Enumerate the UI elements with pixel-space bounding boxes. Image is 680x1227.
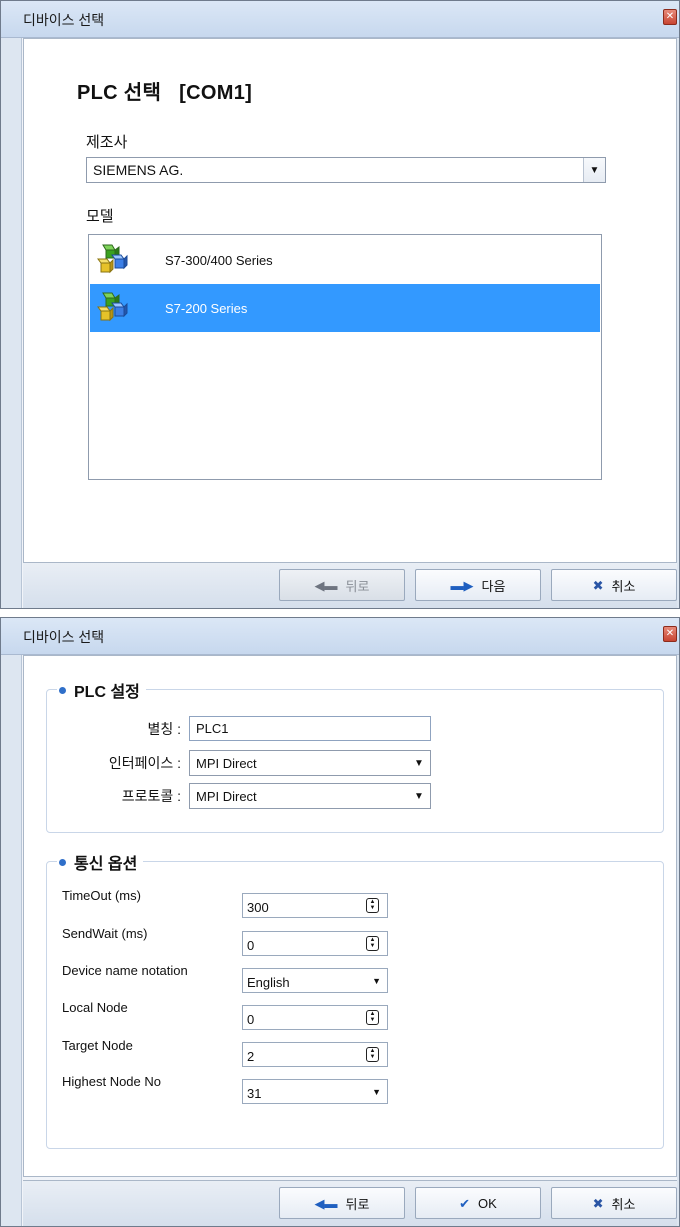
next-label: 다음 — [481, 578, 506, 594]
timeout-spinbox[interactable]: 300 ▲ ▼ — [242, 893, 388, 918]
timeout-value: 300 — [247, 900, 269, 915]
back-arrow-icon: ◀▬ — [314, 1195, 338, 1211]
device-name-notation-label: Device name notation — [62, 963, 188, 978]
local-node-label: Local Node — [62, 1000, 128, 1015]
target-node-value: 2 — [247, 1049, 255, 1064]
list-item-s7-200[interactable]: S7-200 Series — [90, 284, 600, 332]
plc-cubes-icon — [97, 244, 128, 274]
cancel-button[interactable]: ✖ 취소 — [551, 569, 677, 601]
highest-node-value: 31 — [247, 1086, 262, 1101]
close-button[interactable]: ✕ — [663, 9, 677, 25]
back-label: 뒤로 — [345, 578, 370, 594]
ok-label: OK — [478, 1195, 497, 1211]
model-label-text: S7-200 Series — [165, 300, 248, 316]
group-title: PLC 설정 — [57, 678, 146, 702]
sendwait-label: SendWait (ms) — [62, 926, 148, 941]
x-icon: ✖ — [592, 577, 604, 593]
title-bar: 디바이스 선택 ✕ — [1, 618, 679, 655]
protocol-label: 프로토콜 : — [121, 788, 181, 804]
sendwait-spinbox[interactable]: 0 ▲ ▼ — [242, 931, 388, 956]
interface-select[interactable]: MPI Direct ▼ — [189, 750, 431, 776]
content-panel: PLC 설정 별칭 : PLC1 인터페이스 : MPI Direct ▼ 프로… — [23, 655, 677, 1177]
heading-text: PLC 선택 — [77, 82, 162, 104]
local-node-spinbox[interactable]: 0 ▲ ▼ — [242, 1005, 388, 1030]
frame-left — [1, 38, 22, 608]
close-button[interactable]: ✕ — [663, 626, 677, 642]
title-bar: 디바이스 선택 ✕ — [1, 1, 679, 38]
manufacturer-value: SIEMENS AG. — [93, 162, 184, 178]
device-name-notation-select[interactable]: English ▼ — [242, 968, 388, 993]
model-listbox[interactable]: S7-300/400 Series S7-200 Series — [88, 234, 602, 480]
highest-node-select[interactable]: 31 ▼ — [242, 1079, 388, 1104]
frame-right — [677, 655, 679, 1226]
button-bar: ◀▬ 뒤로 ▬▶ 다음 ✖ 취소 — [23, 562, 677, 608]
frame-left — [1, 655, 22, 1226]
interface-value: MPI Direct — [196, 755, 257, 771]
manufacturer-label: 제조사 — [86, 134, 128, 151]
target-node-spinbox[interactable]: 2 ▲ ▼ — [242, 1042, 388, 1067]
model-label-text: S7-300/400 Series — [165, 252, 273, 268]
spin-updown-icon[interactable]: ▲ ▼ — [366, 936, 379, 951]
interface-label: 인터페이스 : — [108, 755, 181, 771]
chevron-down-icon[interactable]: ▼ — [408, 751, 430, 775]
next-button[interactable]: ▬▶ 다음 — [415, 569, 541, 601]
protocol-value: MPI Direct — [196, 788, 257, 804]
window-title: 디바이스 선택 — [23, 12, 105, 28]
device-select-dialog-1: 디바이스 선택 ✕ PLC 선택 [COM1] 제조사 SIEMENS AG. ▼… — [0, 0, 680, 609]
timeout-label: TimeOut (ms) — [62, 888, 141, 903]
chevron-down-icon[interactable]: ▼ — [372, 976, 381, 986]
spin-updown-icon[interactable]: ▲ ▼ — [366, 898, 379, 913]
spin-updown-icon[interactable]: ▲ ▼ — [366, 1010, 379, 1025]
sendwait-value: 0 — [247, 938, 255, 953]
target-node-label: Target Node — [62, 1038, 133, 1053]
cancel-button[interactable]: ✖ 취소 — [551, 1187, 677, 1219]
model-label: 모델 — [86, 208, 114, 225]
device-select-dialog-2: 디바이스 선택 ✕ PLC 설정 별칭 : PLC1 인터페이스 : MPI D… — [0, 617, 680, 1227]
window-title: 디바이스 선택 — [23, 629, 105, 645]
local-node-value: 0 — [247, 1012, 255, 1027]
protocol-select[interactable]: MPI Direct ▼ — [189, 783, 431, 809]
back-button[interactable]: ◀▬ 뒤로 — [279, 569, 405, 601]
cancel-label: 취소 — [611, 1196, 636, 1212]
ok-button[interactable]: ✔ OK — [415, 1187, 541, 1219]
chevron-down-icon[interactable]: ▼ — [583, 158, 605, 182]
page-title: PLC 선택 [COM1] — [77, 76, 252, 105]
bullet-icon — [59, 858, 66, 866]
chevron-down-icon[interactable]: ▼ — [408, 784, 430, 808]
group-title-text: PLC 설정 — [74, 684, 140, 701]
group-title-text: 통신 옵션 — [74, 856, 138, 873]
content-panel: PLC 선택 [COM1] 제조사 SIEMENS AG. ▼ 모델 S7-30… — [23, 38, 677, 563]
frame-right — [677, 38, 679, 608]
manufacturer-select[interactable]: SIEMENS AG. ▼ — [86, 157, 606, 183]
checkmark-icon: ✔ — [459, 1195, 471, 1211]
alias-input[interactable]: PLC1 — [189, 716, 431, 741]
plc-settings-group: PLC 설정 별칭 : PLC1 인터페이스 : MPI Direct ▼ 프로… — [46, 678, 664, 833]
group-title: 통신 옵션 — [57, 850, 144, 874]
chevron-down-icon[interactable]: ▼ — [372, 1087, 381, 1097]
plc-cubes-icon — [97, 292, 128, 322]
device-name-notation-value: English — [247, 975, 290, 990]
alias-label: 별칭 : — [147, 721, 181, 737]
back-button[interactable]: ◀▬ 뒤로 — [279, 1187, 405, 1219]
next-arrow-icon: ▬▶ — [450, 577, 474, 593]
list-item-s7-300-400[interactable]: S7-300/400 Series — [90, 236, 600, 284]
spin-updown-icon[interactable]: ▲ ▼ — [366, 1047, 379, 1062]
back-label: 뒤로 — [345, 1196, 370, 1212]
highest-node-label: Highest Node No — [62, 1074, 161, 1089]
x-icon: ✖ — [592, 1195, 604, 1211]
port-text: [COM1] — [179, 82, 253, 104]
cancel-label: 취소 — [611, 578, 636, 594]
button-bar: ◀▬ 뒤로 ✔ OK ✖ 취소 — [23, 1180, 677, 1226]
bullet-icon — [59, 686, 66, 694]
alias-value: PLC1 — [196, 721, 229, 736]
back-arrow-icon: ◀▬ — [314, 577, 338, 593]
